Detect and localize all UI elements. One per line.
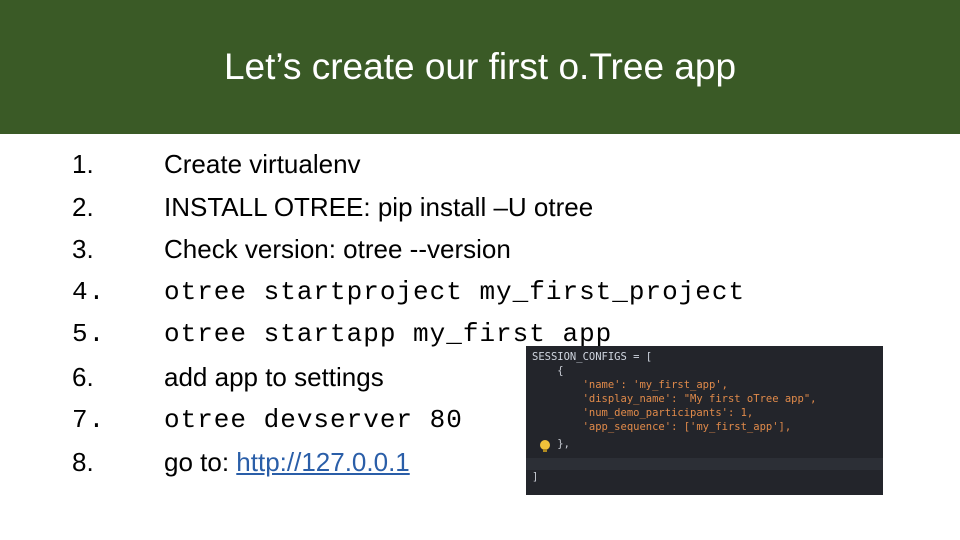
code-line: 'num_demo_participants': 1, — [532, 407, 754, 419]
step-text: add app to settings — [164, 361, 384, 392]
code-line: { — [532, 365, 564, 377]
code-line: 'app_sequence': ['my_first_app'], — [532, 421, 792, 433]
step-number: 6. — [72, 361, 94, 392]
slide-header: Let’s create our first o.Tree app — [0, 0, 960, 134]
slide-title: Let’s create our first o.Tree app — [223, 46, 737, 87]
localhost-link[interactable]: http://127.0.0.1 — [236, 447, 409, 477]
step-number: 2. — [72, 191, 94, 222]
step-command: otree startproject my_first_project — [164, 276, 746, 307]
current-line-highlight — [526, 458, 883, 470]
code-line: 'display_name': "My first oTree app", — [532, 393, 817, 405]
step-number: 4. — [72, 276, 106, 307]
step-text: go to: http://127.0.0.1 — [164, 444, 410, 480]
code-line: 'name': 'my_first_app', — [532, 379, 728, 391]
code-line: ] — [532, 471, 539, 483]
step-text: Check version: otree --version — [164, 234, 511, 265]
step-number: 1. — [72, 149, 94, 179]
step-number: 7. — [72, 404, 106, 435]
step-text: Create virtualenv — [164, 149, 361, 179]
step-number: 8. — [72, 447, 94, 478]
code-line: SESSION_CONFIGS = [ — [532, 351, 653, 363]
step-command: otree devserver 80 — [164, 404, 463, 435]
step-number: 3. — [72, 234, 94, 265]
code-screenshot: SESSION_CONFIGS = [ { 'name': 'my_first_… — [526, 346, 883, 495]
code-line: }, — [532, 438, 570, 450]
step-number: 5. — [72, 319, 106, 350]
step-text: INSTALL OTREE: pip install –U otree — [164, 191, 594, 222]
step-text-prefix: go to: — [164, 447, 237, 478]
